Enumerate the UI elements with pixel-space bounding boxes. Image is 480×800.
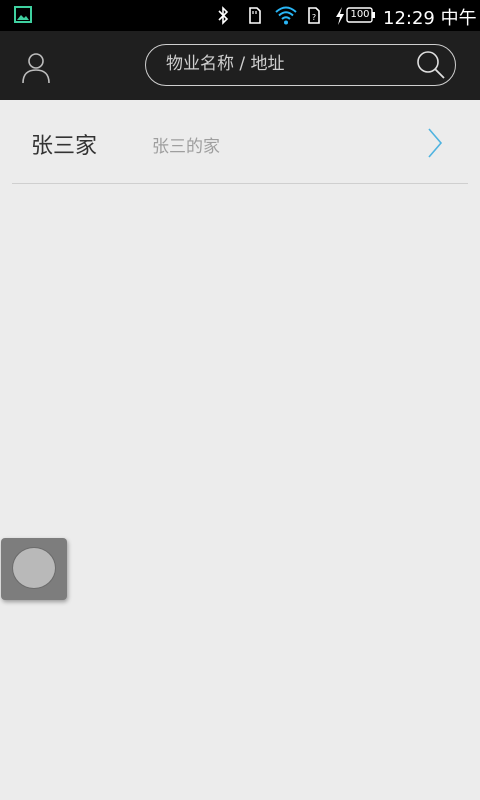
charging-icon bbox=[336, 7, 344, 25]
sim-card-icon: ? bbox=[308, 7, 320, 24]
svg-text:?: ? bbox=[312, 13, 316, 22]
search-input[interactable] bbox=[166, 45, 406, 84]
wifi-icon bbox=[275, 6, 297, 25]
battery-level: 100 bbox=[350, 9, 370, 20]
chevron-right-icon bbox=[428, 128, 443, 158]
search-button[interactable] bbox=[415, 50, 447, 80]
battery-icon: 100 bbox=[346, 7, 376, 23]
status-bar: ? 100 12:29 中午 bbox=[0, 0, 480, 31]
floating-assistive-button[interactable] bbox=[1, 538, 67, 600]
assistive-touch-icon bbox=[12, 547, 56, 589]
bluetooth-icon bbox=[218, 6, 229, 25]
list-item[interactable]: 张三家 张三的家 bbox=[12, 101, 468, 184]
status-time: 12:29 中午 bbox=[383, 8, 477, 29]
user-button[interactable] bbox=[18, 49, 54, 85]
search-bar bbox=[145, 44, 456, 86]
user-icon bbox=[22, 53, 50, 84]
item-title: 张三家 bbox=[31, 134, 98, 159]
sd-card-icon bbox=[249, 7, 261, 24]
search-icon bbox=[417, 51, 445, 79]
item-subtitle: 张三的家 bbox=[152, 137, 220, 157]
gallery-icon bbox=[14, 6, 32, 23]
app-header bbox=[0, 31, 480, 100]
